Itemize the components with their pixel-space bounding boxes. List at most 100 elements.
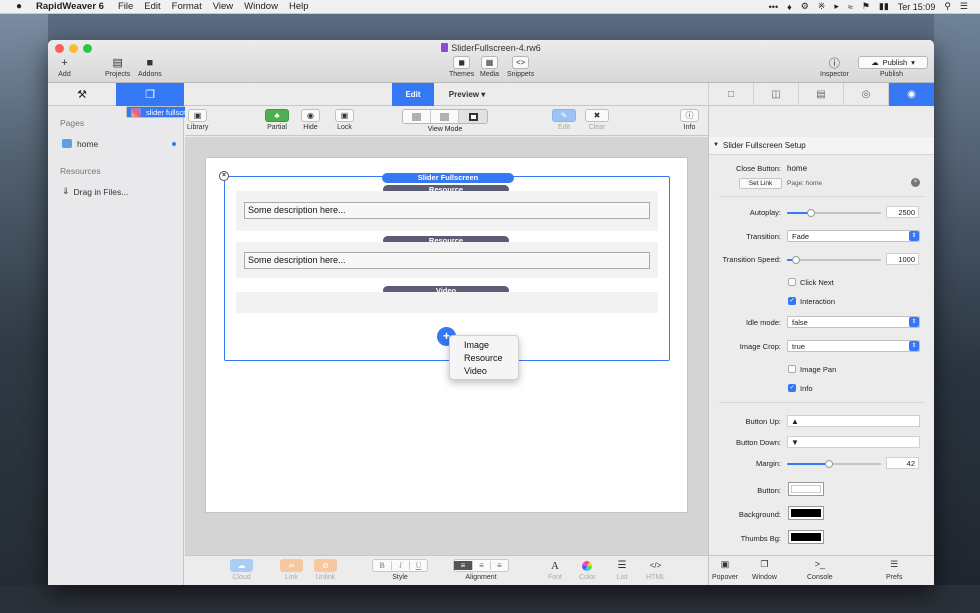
popover-button[interactable]: ▣ Popover — [712, 559, 738, 581]
transition-select[interactable]: Fade ⇕ — [787, 230, 920, 242]
clock[interactable]: Ter 15:09 — [898, 2, 936, 12]
button-down-input[interactable]: ▼ — [787, 436, 920, 448]
menu-app-name[interactable]: RapidWeaver 6 — [36, 1, 104, 12]
slider-knob[interactable] — [792, 256, 801, 264]
menu-window[interactable]: Window — [244, 1, 278, 12]
autoplay-input[interactable]: 2500 — [886, 206, 919, 218]
unlink-button[interactable]: ⊘ Unlink — [314, 559, 337, 581]
image-crop-select[interactable]: true ⇕ — [787, 340, 920, 352]
spotlight-icon[interactable]: ⚲ — [944, 1, 951, 12]
slide-description-field[interactable]: Some description here... — [244, 252, 650, 269]
prefs-button[interactable]: ☰ Prefs — [886, 559, 902, 581]
menu-format[interactable]: Format — [172, 1, 202, 12]
tab-resources[interactable]: ❐ — [116, 83, 184, 106]
list-button[interactable]: ☰ List — [614, 559, 630, 581]
dropbox-icon[interactable]: ♦ — [787, 2, 792, 12]
clear-button[interactable]: ✖ Clear — [585, 109, 609, 131]
italic-button[interactable]: I — [391, 561, 409, 570]
menu-edit[interactable]: Edit — [144, 1, 160, 12]
transition-speed-slider[interactable] — [787, 256, 881, 264]
remove-stack-icon[interactable]: × — [219, 171, 229, 181]
battery-icon[interactable]: ▮▮ — [879, 1, 889, 12]
underline-button[interactable]: U — [409, 561, 427, 570]
color-button[interactable]: Color — [579, 559, 596, 581]
menu-view[interactable]: View — [213, 1, 233, 12]
lock-button[interactable]: ▣ Lock — [335, 109, 354, 131]
notification-center-icon[interactable]: ☰ — [960, 1, 968, 12]
view-mode-full-button[interactable] — [403, 110, 431, 123]
margin-input[interactable]: 42 — [886, 457, 919, 469]
disclosure-triangle-icon[interactable]: ▼ — [713, 137, 719, 154]
link-button[interactable]: ∞ Link — [280, 559, 303, 581]
thumbs-bg-color-well[interactable] — [788, 530, 824, 544]
more-icon[interactable]: ••• — [769, 2, 778, 12]
set-link-button[interactable]: Set Link — [739, 178, 782, 189]
tab-settings-inspector[interactable]: ◉ — [888, 83, 934, 106]
library-button[interactable]: ▣ Library — [187, 109, 208, 131]
margin-slider[interactable] — [787, 460, 881, 468]
tab-layout-inspector[interactable]: ◫ — [753, 83, 798, 106]
projects-button[interactable]: ▤ Projects — [105, 56, 130, 78]
apple-menu-icon[interactable]: ● — [10, 1, 28, 12]
tab-page-inspector[interactable]: □ — [708, 83, 753, 106]
tab-pages[interactable]: ⚒ — [48, 83, 116, 106]
view-mode-outline-button[interactable] — [459, 110, 487, 123]
slider-knob[interactable] — [825, 460, 834, 468]
edit-stack-button[interactable]: ✎ Edit — [552, 109, 576, 131]
chevron-down-icon[interactable]: ▾ — [911, 58, 915, 67]
menu-item-video[interactable]: Video — [464, 365, 518, 378]
cloud-button[interactable]: ☁ Cloud — [230, 559, 253, 581]
tab-theme-inspector[interactable]: ◎ — [843, 83, 888, 106]
view-mode-half-button[interactable] — [431, 110, 459, 123]
view-mode-control[interactable]: View Mode — [402, 109, 488, 133]
align-right-icon[interactable]: ≡ — [490, 561, 508, 570]
slide-block[interactable] — [236, 292, 658, 313]
sidebar-item-home[interactable]: home — [48, 134, 183, 153]
tab-header-inspector[interactable]: ▤ — [798, 83, 843, 106]
tab-preview[interactable]: Preview ▾ — [434, 83, 500, 106]
menu-help[interactable]: Help — [289, 1, 309, 12]
click-next-checkbox[interactable] — [788, 278, 796, 286]
wifi-icon[interactable]: ≈ — [848, 2, 853, 12]
inspector-section-header[interactable]: ▼ Slider Fullscreen Setup — [709, 137, 934, 155]
align-left-icon[interactable]: ≡ — [454, 561, 472, 570]
partial-button[interactable]: ♣ Partial — [265, 109, 289, 131]
drag-in-files[interactable]: ⇓ Drag in Files... — [48, 182, 183, 201]
tab-edit[interactable]: Edit — [392, 83, 434, 106]
add-button[interactable]: + Add — [56, 56, 73, 79]
publish-button[interactable]: ☁ Publish ▾ — [858, 56, 928, 69]
flag-icon[interactable]: ⚑ — [862, 1, 870, 12]
slide-block[interactable]: Some description here... — [236, 242, 658, 278]
addons-button[interactable]: ■ Addons — [138, 56, 162, 79]
image-pan-checkbox[interactable] — [788, 365, 796, 373]
media-button[interactable]: ▦ Media — [480, 56, 499, 78]
background-color-well[interactable] — [788, 506, 824, 520]
gear-icon[interactable]: ⚙ — [801, 1, 809, 12]
bluetooth-icon[interactable]: ※ — [818, 1, 826, 12]
button-up-input[interactable]: ▲ — [787, 415, 920, 427]
menu-item-image[interactable]: Image — [464, 339, 518, 352]
idle-mode-select[interactable]: false ⇕ — [787, 316, 920, 328]
window-button[interactable]: ❐ Window — [752, 559, 777, 581]
menu-item-resource[interactable]: Resource — [464, 352, 518, 365]
interaction-checkbox[interactable]: ✓ — [788, 297, 796, 305]
slider-knob[interactable] — [806, 209, 815, 217]
autoplay-slider[interactable] — [787, 209, 881, 217]
align-center-icon[interactable]: ≡ — [472, 561, 490, 570]
info-checkbox[interactable]: ✓ — [788, 384, 796, 392]
inspector-button[interactable]: ⓘ Inspector — [820, 56, 849, 79]
transition-speed-input[interactable]: 1000 — [886, 253, 919, 265]
menu-file[interactable]: File — [118, 1, 133, 12]
hide-button[interactable]: ◉ Hide — [301, 109, 320, 131]
bold-button[interactable]: B — [373, 561, 391, 570]
button-color-well[interactable] — [788, 482, 824, 496]
snippets-button[interactable]: <> Snippets — [507, 56, 534, 78]
slider-fullscreen-stack[interactable]: × Slider Fullscreen Resource Some descri… — [219, 171, 670, 361]
font-button[interactable]: A Font — [547, 559, 563, 582]
themes-button[interactable]: ◼ Themes — [449, 56, 474, 78]
console-button[interactable]: >_ Console — [807, 559, 833, 581]
volume-icon[interactable]: ▸ — [834, 1, 839, 12]
html-button[interactable]: </> HTML — [646, 559, 665, 581]
slide-description-field[interactable]: Some description here... — [244, 202, 650, 219]
clear-link-icon[interactable]: × — [911, 178, 920, 187]
